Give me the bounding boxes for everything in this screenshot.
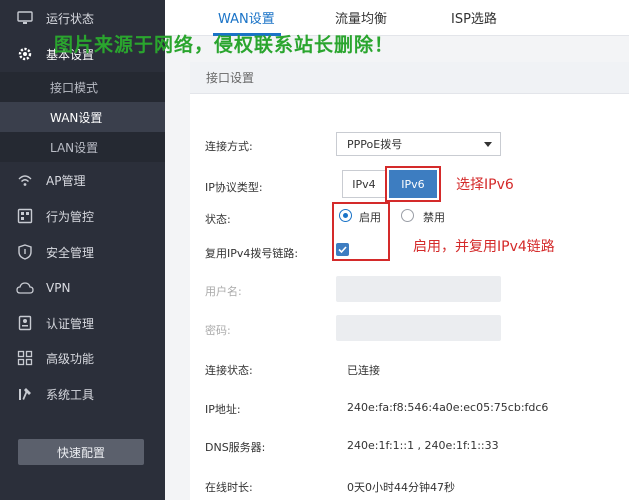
cloud-icon	[16, 279, 34, 297]
ip-address-value: 240e:fa:f8:546:4a0e:ec05:75cb:fdc6	[347, 401, 549, 414]
highlight-box-enable-reuse	[332, 202, 390, 261]
ip-address-label: IP地址:	[205, 403, 241, 416]
status-label: 状态:	[205, 213, 231, 226]
dns-server-value: 240e:1f:1::1 , 240e:1f:1::33	[347, 439, 499, 452]
online-duration-value: 0天0小时44分钟47秒	[347, 481, 455, 494]
sidebar-item-label: 安全管理	[46, 245, 95, 260]
sidebar-item-tools[interactable]: 系统工具	[0, 376, 165, 412]
gear-icon	[16, 45, 34, 63]
ipv4-option-button[interactable]: IPv4	[342, 170, 386, 198]
sidebar-item-auth[interactable]: 认证管理	[0, 305, 165, 341]
tab-traffic-balance[interactable]: 流量均衡	[335, 8, 387, 27]
chevron-down-icon	[484, 142, 492, 147]
sidebar-subitem-label: LAN设置	[50, 140, 99, 155]
reuse-ipv4-label: 复用IPv4拨号链路:	[205, 247, 299, 260]
connection-type-value: PPPoE拨号	[347, 138, 403, 151]
sidebar-subitem-label: WAN设置	[50, 110, 103, 125]
sidebar-item-advanced[interactable]: 高级功能	[0, 340, 165, 376]
sidebar-item-label: 认证管理	[46, 316, 95, 331]
panel-title: 接口设置	[190, 62, 629, 94]
password-input[interactable]	[336, 315, 501, 341]
sidebar-subitem-wan-settings[interactable]: WAN设置	[0, 102, 165, 132]
sidebar-item-label: 系统工具	[46, 387, 95, 402]
monitor-icon	[16, 9, 34, 27]
dns-server-label: DNS服务器:	[205, 441, 266, 454]
sidebar-item-ap-manage[interactable]: AP管理	[0, 162, 165, 198]
sidebar-item-label: 行为管控	[46, 209, 95, 224]
wifi-icon	[16, 171, 34, 189]
username-input[interactable]	[336, 276, 501, 302]
apps-icon	[16, 349, 34, 367]
tools-icon	[16, 385, 34, 403]
badge-icon	[16, 314, 34, 332]
username-label: 用户名:	[205, 285, 242, 298]
annotation-select-ipv6: 选择IPv6	[456, 177, 514, 193]
watermark-text: 图片来源于网络，侵权联系站长删除！	[54, 34, 395, 56]
sidebar-subitem-label: 接口模式	[50, 80, 99, 95]
highlight-box-ipv6	[385, 166, 441, 202]
shield-icon	[16, 243, 34, 261]
sidebar-item-label: 运行状态	[46, 11, 95, 26]
sidebar-subitem-interface-mode[interactable]: 接口模式	[0, 72, 165, 102]
ip-protocol-label: IP协议类型:	[205, 181, 263, 194]
connection-type-select[interactable]: PPPoE拨号	[336, 132, 501, 156]
sidebar-item-security[interactable]: 安全管理	[0, 234, 165, 270]
grid-icon	[16, 207, 34, 225]
quick-setup-button[interactable]: 快速配置	[18, 439, 144, 465]
sidebar-item-vpn[interactable]: VPN	[0, 270, 165, 306]
annotation-enable-reuse: 启用，并复用IPv4链路	[413, 239, 555, 255]
sidebar-item-behavior[interactable]: 行为管控	[0, 198, 165, 234]
sidebar-item-label: 高级功能	[46, 351, 95, 366]
connection-status-label: 连接状态:	[205, 364, 253, 377]
tab-isp-route[interactable]: ISP选路	[451, 8, 497, 27]
sidebar-item-label: AP管理	[46, 173, 86, 188]
sidebar-subitem-lan-settings[interactable]: LAN设置	[0, 132, 165, 162]
online-duration-label: 在线时长:	[205, 481, 253, 494]
sidebar-item-label: VPN	[46, 281, 71, 295]
disable-radio-label: 禁用	[423, 211, 445, 224]
connection-status-value: 已连接	[347, 364, 380, 377]
sidebar: 运行状态 基本设置 接口模式 WAN设置 LAN设置 AP管理 行为管控 安全管…	[0, 0, 165, 500]
connection-type-label: 连接方式:	[205, 140, 253, 153]
tab-wan-settings[interactable]: WAN设置	[218, 8, 275, 27]
password-label: 密码:	[205, 324, 231, 337]
disable-radio[interactable]	[401, 209, 414, 222]
